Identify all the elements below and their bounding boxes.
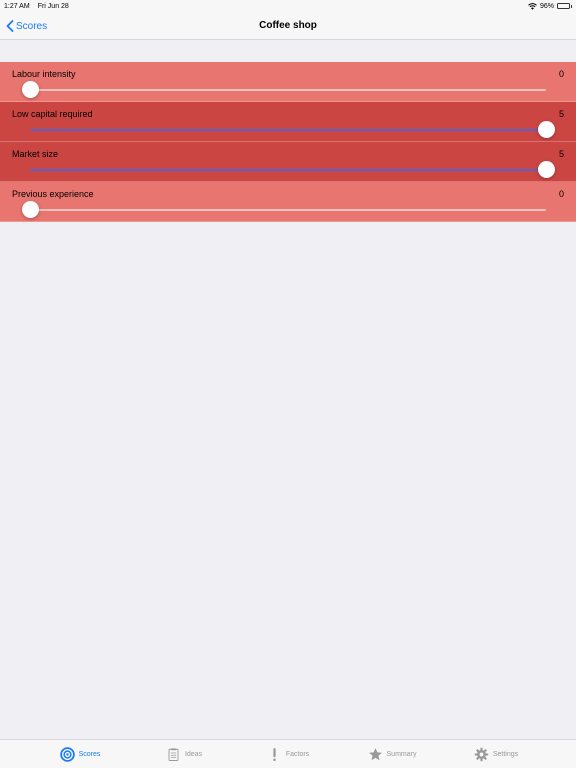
wifi-icon — [528, 2, 537, 10]
score-slider[interactable] — [30, 121, 555, 139]
score-row-low-capital-required: Low capital required 5 — [0, 102, 576, 142]
tab-summary[interactable]: Summary — [340, 747, 444, 762]
score-row-market-size: Market size 5 — [0, 142, 576, 182]
slider-track — [30, 89, 546, 91]
page-title: Coffee shop — [259, 20, 317, 31]
tab-scores[interactable]: Scores — [28, 746, 132, 762]
slider-thumb[interactable] — [22, 81, 39, 98]
tab-label: Summary — [386, 750, 417, 758]
score-label: Previous experience — [12, 189, 94, 199]
score-label: Labour intensity — [12, 69, 76, 79]
gear-icon — [474, 747, 489, 761]
tab-ideas[interactable]: Ideas — [132, 747, 236, 762]
score-value: 0 — [558, 69, 564, 79]
tab-label: Scores — [78, 750, 101, 758]
battery-percent: 96% — [539, 2, 554, 10]
slider-thumb[interactable] — [538, 121, 555, 138]
score-row-labour-intensity: Labour intensity 0 — [0, 62, 576, 102]
battery-icon — [557, 3, 572, 9]
slider-fill — [30, 169, 546, 171]
tab-bar: Scores Ideas Factors Summary Settings — [0, 739, 576, 768]
tab-factors[interactable]: Factors — [236, 747, 340, 762]
score-row-previous-experience: Previous experience 0 — [0, 182, 576, 222]
slider-track — [30, 209, 546, 211]
clipboard-icon — [168, 747, 179, 761]
tab-settings[interactable]: Settings — [444, 747, 548, 762]
tab-label: Factors — [285, 750, 310, 758]
score-label: Market size — [12, 149, 59, 159]
score-slider[interactable] — [30, 161, 555, 179]
status-time: 1:27 AM — [4, 2, 30, 10]
back-button[interactable]: Scores — [6, 18, 47, 34]
tab-label: Settings — [492, 750, 519, 758]
chevron-left-icon — [6, 20, 14, 32]
status-right: 96% — [528, 3, 572, 10]
score-value: 5 — [558, 149, 564, 159]
status-bar: 1:27 AM Fri Jun 28 96% — [0, 0, 576, 12]
exclamation-icon — [273, 747, 276, 761]
slider-thumb[interactable] — [538, 161, 555, 178]
app-screen: 1:27 AM Fri Jun 28 96% Scores Coffee sho… — [0, 0, 576, 768]
slider-fill — [30, 129, 546, 131]
score-label: Low capital required — [12, 109, 93, 119]
target-icon — [59, 746, 75, 762]
tab-label: Ideas — [184, 750, 203, 758]
navigation-bar: Scores Coffee shop — [0, 12, 576, 40]
back-button-label: Scores — [16, 20, 48, 32]
star-icon — [368, 747, 382, 760]
score-slider[interactable] — [22, 81, 546, 99]
score-slider[interactable] — [22, 201, 546, 219]
status-date: Fri Jun 28 — [37, 2, 69, 10]
score-value: 5 — [558, 109, 564, 119]
slider-thumb[interactable] — [22, 201, 39, 218]
score-value: 0 — [558, 189, 564, 199]
score-list: Labour intensity 0 Low capital required … — [0, 62, 576, 222]
